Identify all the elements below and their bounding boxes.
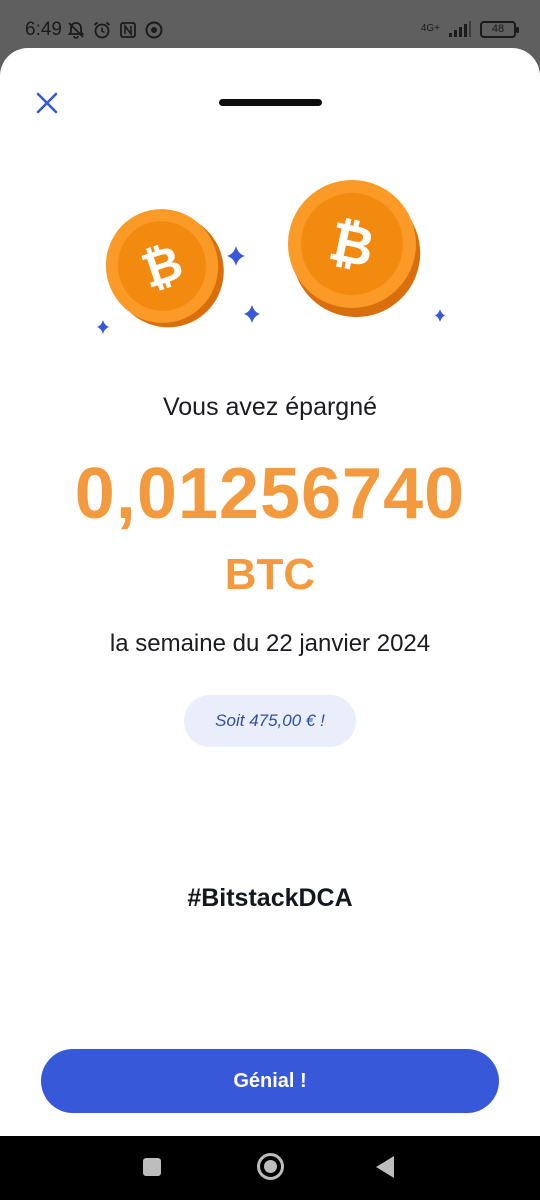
muted-bell-icon bbox=[67, 22, 85, 39]
sparkle-icon bbox=[227, 246, 245, 266]
record-icon bbox=[145, 21, 163, 39]
fiat-equivalent-badge: Soit 475,00 € ! bbox=[184, 695, 356, 747]
recents-button[interactable] bbox=[143, 1158, 161, 1176]
status-time: 6:49 bbox=[25, 19, 62, 40]
sparkle-icon bbox=[244, 305, 260, 323]
battery-icon: 48 bbox=[480, 20, 519, 38]
btc-amount: 0,01256740 bbox=[74, 454, 466, 534]
bitcoin-coin-icon: ₿ bbox=[105, 209, 224, 328]
genial-button[interactable]: Génial ! bbox=[41, 1049, 499, 1113]
alarm-icon bbox=[93, 21, 111, 39]
bottom-sheet: ₿ ₿ Vous avez épargné 0,01256740 BTC la … bbox=[0, 48, 540, 1136]
close-icon[interactable] bbox=[34, 90, 60, 116]
week-label: la semaine du 22 janvier 2024 bbox=[109, 630, 431, 657]
fiat-equivalent-text: Soit 475,00 € ! bbox=[215, 711, 325, 730]
bitcoin-coin-icon: ₿ bbox=[288, 180, 421, 318]
hashtag: #BitstackDCA bbox=[187, 884, 353, 912]
battery-level: 48 bbox=[491, 23, 505, 35]
status-icons-right: 4G+ 48 bbox=[420, 20, 519, 38]
status-icons-left bbox=[66, 20, 164, 40]
back-button[interactable] bbox=[376, 1156, 394, 1178]
network-type: 4G+ bbox=[420, 23, 440, 34]
saved-label: Vous avez épargné bbox=[162, 393, 378, 421]
bitcoin-coins-illustration: ₿ ₿ bbox=[97, 180, 445, 334]
nfc-icon bbox=[120, 22, 136, 38]
genial-button-label: Génial ! bbox=[233, 1069, 307, 1092]
home-button[interactable] bbox=[257, 1153, 284, 1180]
signal-icon bbox=[449, 21, 471, 37]
currency-label: BTC bbox=[224, 550, 316, 599]
drag-handle[interactable] bbox=[219, 99, 322, 106]
sparkle-icon bbox=[435, 309, 445, 322]
system-nav-bar bbox=[0, 1136, 540, 1200]
sparkle-icon bbox=[97, 320, 109, 334]
